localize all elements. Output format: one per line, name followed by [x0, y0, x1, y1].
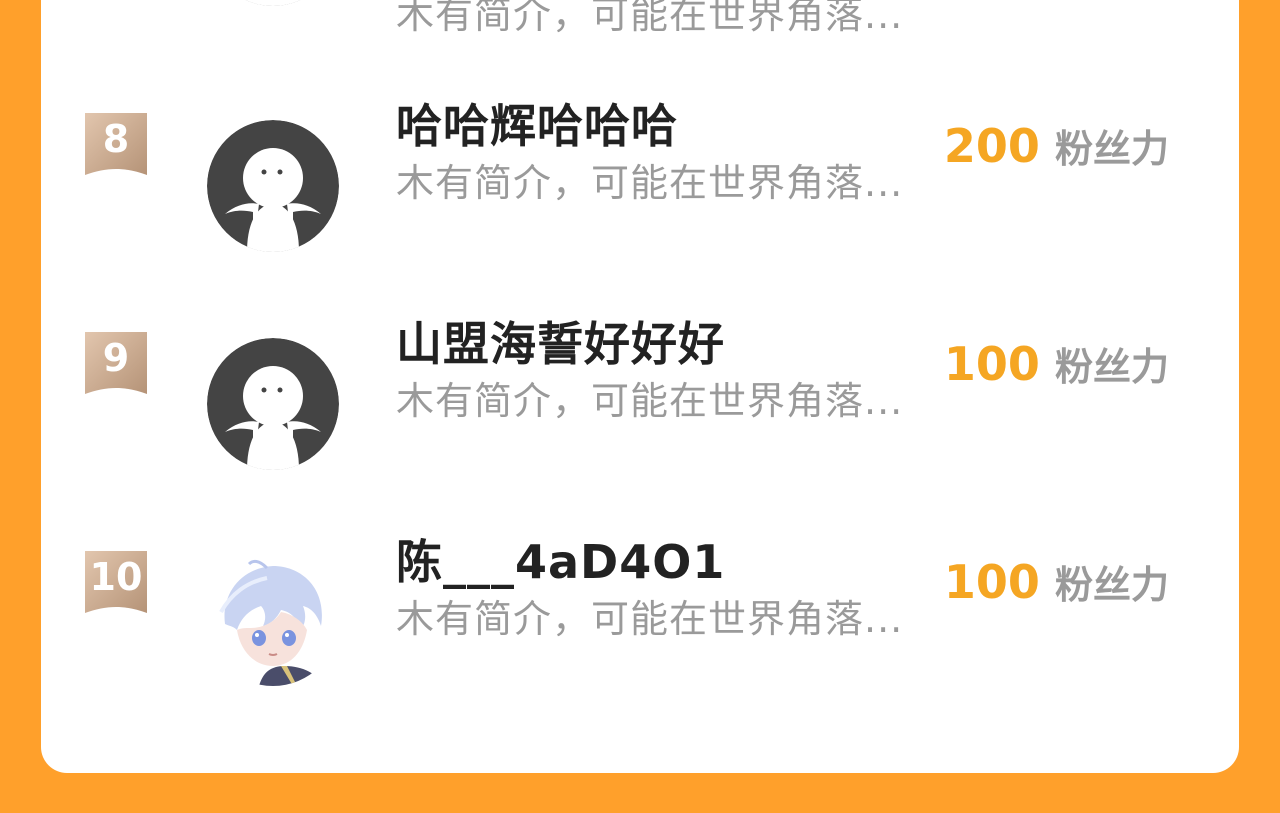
rank-number: 9	[102, 336, 130, 380]
user-bio: 木有简介，可能在世界角落...	[396, 0, 904, 37]
user-avatar[interactable]	[207, 554, 339, 686]
score-value: 100	[943, 337, 1040, 391]
rank-number: 8	[102, 117, 130, 161]
ranking-row[interactable]: 10 陈___4aD4O1 木有简介，可能在世界角落... 100 粉丝力	[41, 516, 1239, 716]
fan-power-score: 100 粉丝力	[944, 554, 1169, 609]
user-name: 哈哈辉哈哈哈	[396, 99, 678, 153]
user-name: 陈___4aD4O1	[396, 535, 726, 589]
user-bio: 木有简介，可能在世界角落...	[396, 597, 904, 641]
score-value: 200	[943, 119, 1040, 173]
ranking-row[interactable]: 9 山盟海誓好好好 木有简介，可能在世界角落... 100 粉丝力	[41, 298, 1239, 498]
score-unit: 粉丝力	[1054, 563, 1169, 607]
user-bio: 木有简介，可能在世界角落...	[396, 161, 904, 205]
user-bio: 木有简介，可能在世界角落...	[396, 379, 904, 423]
user-avatar[interactable]	[207, 338, 339, 470]
rank-badge: 8	[85, 113, 147, 175]
score-unit: 粉丝力	[1054, 127, 1169, 171]
fan-power-score: 200 粉丝力	[944, 118, 1169, 173]
user-avatar[interactable]	[207, 0, 339, 6]
score-value: 100	[943, 555, 1040, 609]
rank-badge: 10	[85, 551, 147, 613]
default-avatar-icon	[227, 0, 319, 6]
anime-avatar-icon	[207, 554, 339, 686]
ranking-panel: 木有简介，可能在世界角落... 8 哈哈辉哈哈哈 木有简介，可能在世界角落...…	[41, 0, 1239, 773]
ranking-row[interactable]: 木有简介，可能在世界角落...	[41, 0, 1239, 40]
default-avatar-icon	[207, 338, 339, 470]
rank-number: 10	[89, 555, 143, 599]
default-avatar-icon	[207, 120, 339, 252]
fan-power-score: 100 粉丝力	[944, 336, 1169, 391]
user-name: 山盟海誓好好好	[396, 317, 725, 371]
score-unit: 粉丝力	[1054, 345, 1169, 389]
rank-badge: 9	[85, 332, 147, 394]
ranking-row[interactable]: 8 哈哈辉哈哈哈 木有简介，可能在世界角落... 200 粉丝力	[41, 80, 1239, 280]
user-avatar[interactable]	[207, 120, 339, 252]
